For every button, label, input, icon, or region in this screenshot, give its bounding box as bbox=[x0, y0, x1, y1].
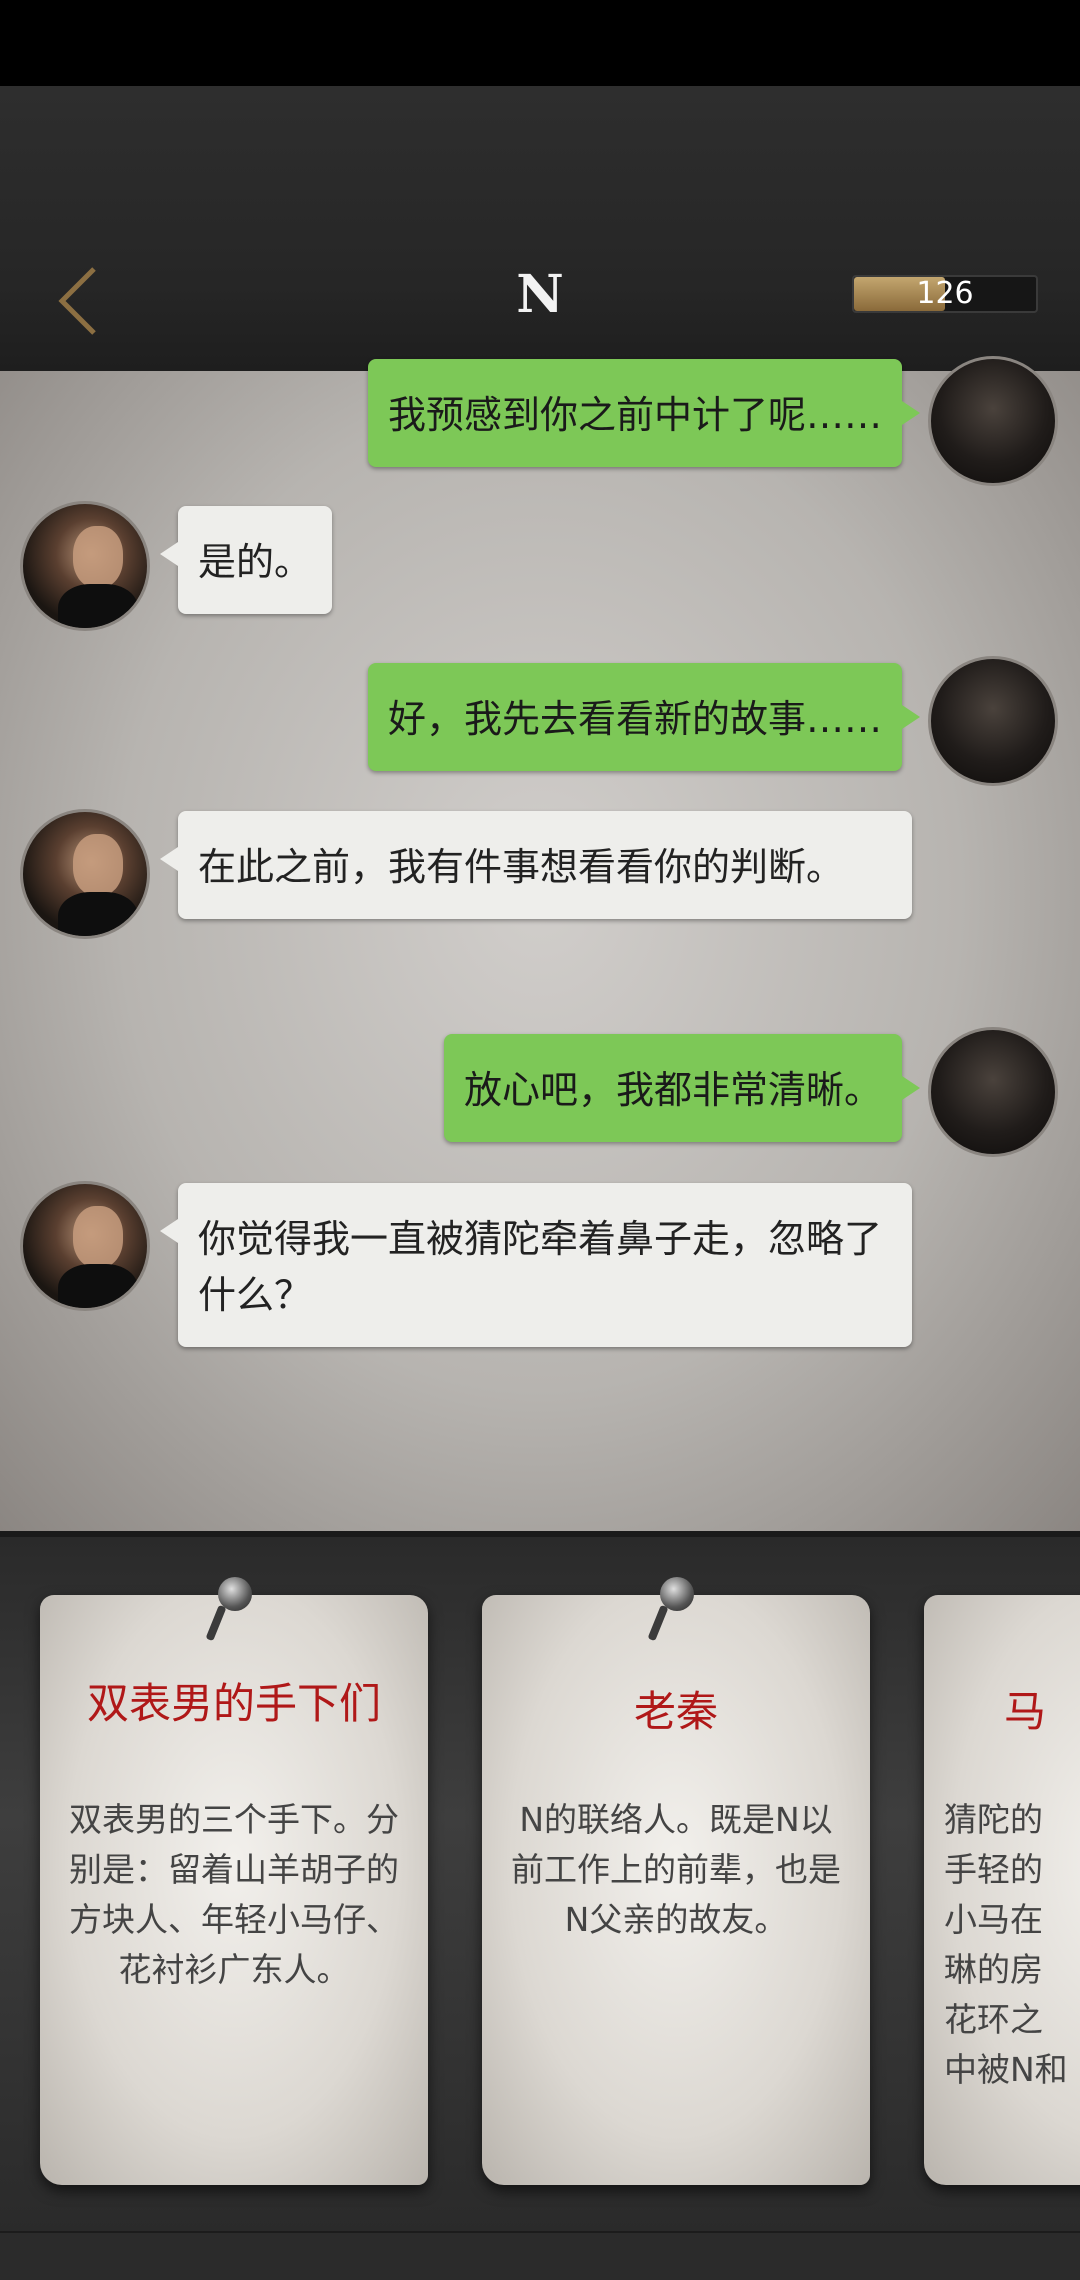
message-bubble-received[interactable]: 在此之前，我有件事想看看你的判断。 bbox=[160, 811, 912, 919]
clue-card-description: N的联络人。既是N以前工作上的前辈，也是N父亲的故友。 bbox=[511, 1800, 841, 1939]
chat-area[interactable]: 我预感到你之前中计了呢…… 是的。 好，我先去看看新的故事…… 在此之前，我有件… bbox=[0, 356, 1080, 1531]
clue-card-title: 老秦 bbox=[633, 1687, 718, 1736]
chevron-left-icon bbox=[58, 267, 96, 335]
message-bubble-sent[interactable]: 放心吧，我都非常清晰。 bbox=[443, 1034, 921, 1142]
contact-avatar[interactable] bbox=[20, 501, 150, 631]
app-screen: N 126 我预感到你之前中计了呢…… 是的。 好，我先去看看新的故事…… 在此… bbox=[0, 86, 1080, 2280]
back-button[interactable] bbox=[50, 261, 110, 341]
clue-card-tray[interactable]: 双表男的手下们 双表男的三个手下。分别是：留着山羊胡子的方块人、年轻小马仔、花衬… bbox=[0, 1531, 1080, 2237]
clue-card-title: 马 bbox=[1004, 1687, 1047, 1736]
page-title: N bbox=[516, 264, 564, 325]
status-bar bbox=[0, 0, 1080, 86]
clue-card-description: 双表男的三个手下。分别是：留着山羊胡子的方块人、年轻小马仔、花衬衫广东人。 bbox=[69, 1800, 399, 1989]
energy-value: 126 bbox=[916, 276, 974, 311]
clue-card-title: 双表男的手下们 bbox=[86, 1679, 381, 1728]
my-avatar[interactable] bbox=[928, 356, 1058, 486]
pushpin-icon bbox=[218, 1577, 252, 1611]
header: N 126 bbox=[0, 86, 1080, 371]
message-bubble-sent[interactable]: 我预感到你之前中计了呢…… bbox=[367, 359, 921, 467]
contact-avatar[interactable] bbox=[20, 809, 150, 939]
pushpin-icon bbox=[660, 1577, 694, 1611]
clue-card[interactable]: 马 猜陀的手轻的小马在琳的房花环之中被N和 bbox=[924, 1595, 1080, 2185]
clue-card[interactable]: 老秦 N的联络人。既是N以前工作上的前辈，也是N父亲的故友。 bbox=[482, 1577, 870, 2185]
my-avatar[interactable] bbox=[928, 656, 1058, 786]
energy-meter: 126 bbox=[852, 275, 1038, 313]
message-bubble-received[interactable]: 你觉得我一直被猜陀牵着鼻子走，忽略了什么？ bbox=[160, 1183, 912, 1347]
contact-avatar[interactable] bbox=[20, 1181, 150, 1311]
message-bubble-sent[interactable]: 好，我先去看看新的故事…… bbox=[367, 663, 921, 771]
clue-card-description: 猜陀的手轻的小马在琳的房花环之中被N和 bbox=[944, 1800, 1068, 2089]
message-bubble-received[interactable]: 是的。 bbox=[159, 506, 333, 614]
my-avatar[interactable] bbox=[928, 1027, 1058, 1157]
clue-card[interactable]: 双表男的手下们 双表男的三个手下。分别是：留着山羊胡子的方块人、年轻小马仔、花衬… bbox=[40, 1577, 428, 2185]
bottom-bar bbox=[0, 2231, 1080, 2280]
